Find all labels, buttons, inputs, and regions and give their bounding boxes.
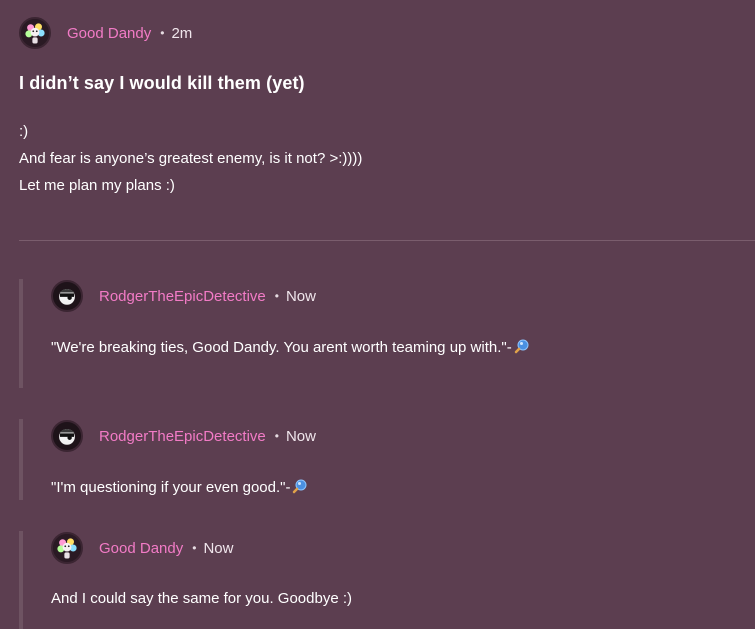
- thread-line: [19, 419, 23, 500]
- thread-line: [19, 531, 23, 629]
- detective-avatar-icon: [53, 422, 81, 450]
- reply-header: Good Dandy • Now: [51, 531, 233, 565]
- flower-avatar-icon: [53, 534, 81, 562]
- reply: RodgerTheEpicDetective • Now "We're brea…: [19, 279, 755, 388]
- separator-dot: •: [192, 541, 197, 555]
- post-timestamp: 2m: [171, 24, 193, 42]
- reply-text: "We're breaking ties, Good Dandy. You ar…: [51, 338, 530, 358]
- reply-author-name[interactable]: RodgerTheEpicDetective: [99, 428, 266, 445]
- post-title: I didn’t say I would kill them (yet): [19, 73, 305, 93]
- avatar[interactable]: [51, 420, 83, 452]
- post-body-line: :): [19, 123, 29, 140]
- reply-timestamp: Now: [285, 287, 316, 305]
- reply: Good Dandy • Now And I could say the sam…: [19, 531, 755, 629]
- separator-dot: •: [274, 289, 279, 303]
- avatar[interactable]: [19, 17, 51, 49]
- thread-line: [19, 279, 23, 388]
- post-body: :) And fear is anyone’s greatest enemy, …: [19, 118, 362, 199]
- avatar[interactable]: [51, 280, 83, 312]
- magnifying-glass-icon: [514, 338, 530, 358]
- reply-timestamp: Now: [285, 427, 316, 445]
- reply-text-content: And I could say the same for you. Goodby…: [51, 590, 352, 607]
- post-author-name[interactable]: Good Dandy: [67, 25, 151, 42]
- magnifying-glass-icon: [292, 478, 308, 498]
- post-body-line: Let me plan my plans :): [19, 177, 175, 194]
- reply-text-content: "I'm questioning if your even good."-: [51, 478, 291, 496]
- avatar[interactable]: [51, 532, 83, 564]
- reply-author-name[interactable]: RodgerTheEpicDetective: [99, 288, 266, 305]
- reply-text-content: "We're breaking ties, Good Dandy. You ar…: [51, 338, 512, 356]
- reply-text: And I could say the same for you. Goodby…: [51, 590, 352, 607]
- reply-header: RodgerTheEpicDetective • Now: [51, 419, 316, 453]
- separator-dot: •: [160, 26, 165, 40]
- reply: RodgerTheEpicDetective • Now "I'm questi…: [19, 419, 755, 500]
- reply-timestamp: Now: [203, 539, 234, 557]
- reply-author-name[interactable]: Good Dandy: [99, 540, 183, 557]
- separator-dot: •: [274, 429, 279, 443]
- reply-text: "I'm questioning if your even good."-: [51, 478, 308, 498]
- post-header: Good Dandy • 2m: [19, 16, 192, 50]
- reply-header: RodgerTheEpicDetective • Now: [51, 279, 316, 313]
- post-body-line: And fear is anyone’s greatest enemy, is …: [19, 150, 363, 167]
- section-divider: [19, 240, 755, 241]
- flower-avatar-icon: [21, 19, 49, 47]
- detective-avatar-icon: [53, 282, 81, 310]
